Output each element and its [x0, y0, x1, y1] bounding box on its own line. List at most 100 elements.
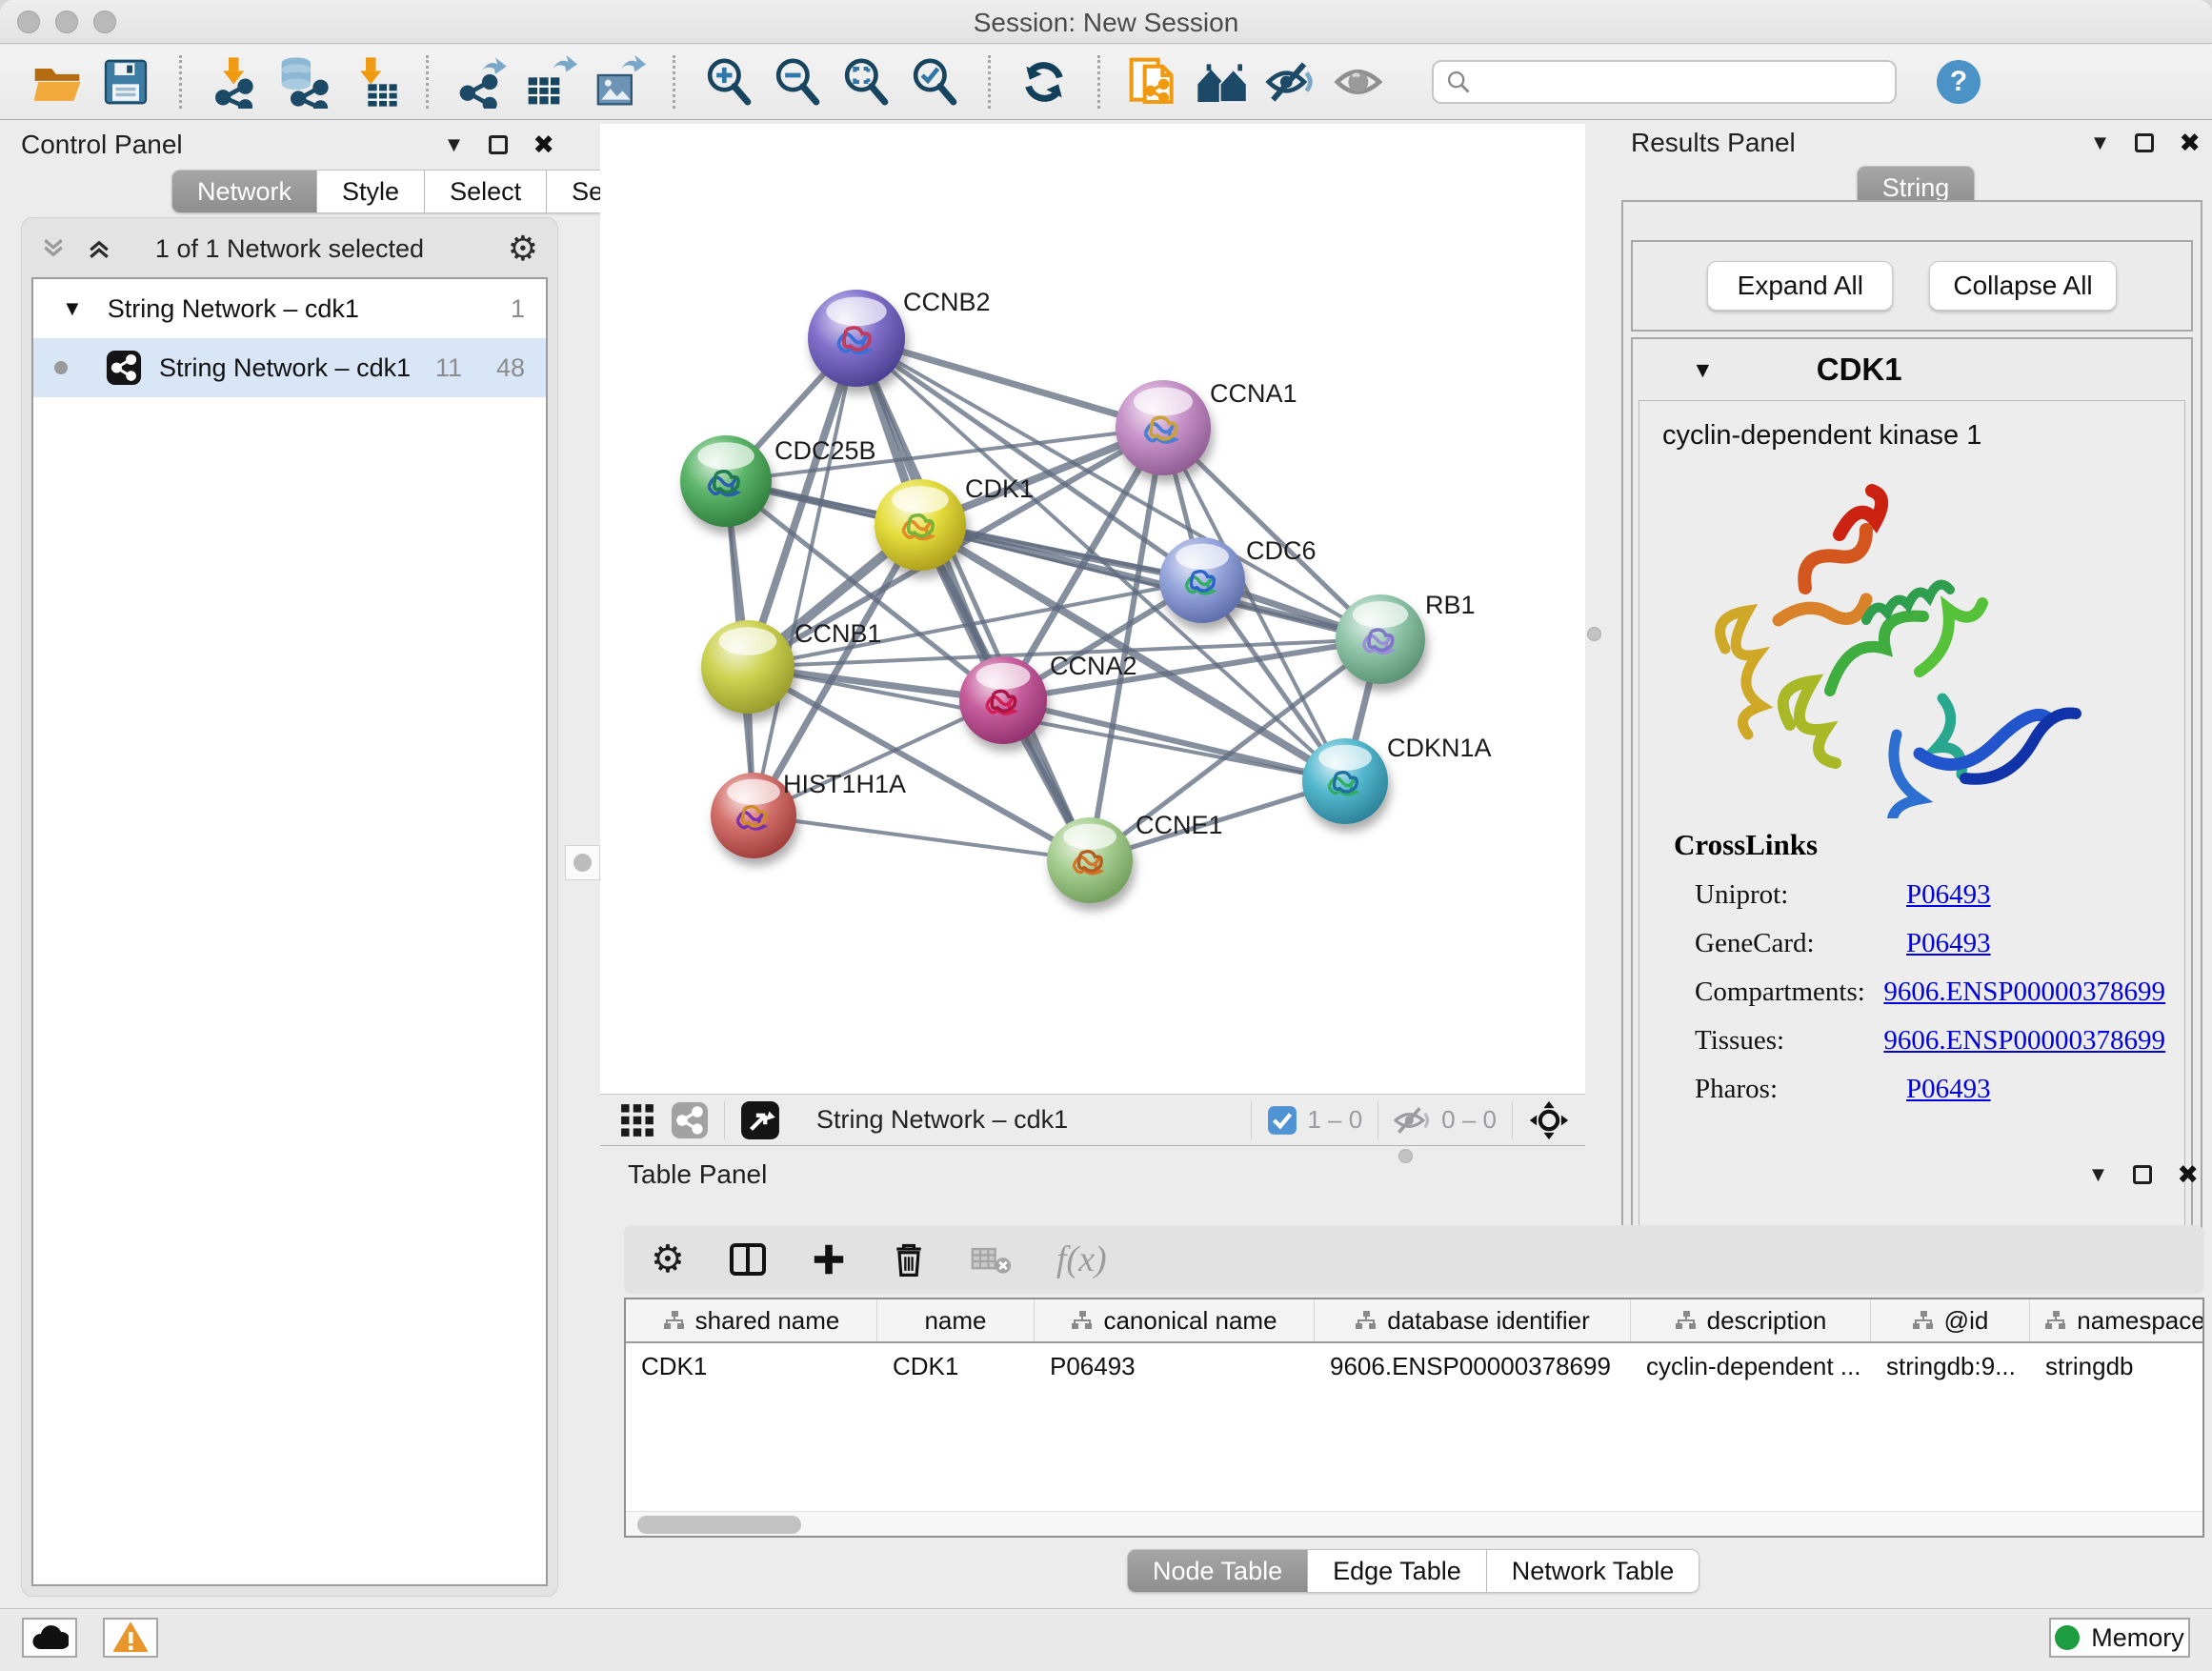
tab-edge-table[interactable]: Edge Table: [1308, 1549, 1487, 1593]
show-columns-icon[interactable]: [729, 1240, 767, 1278]
string-network-graph[interactable]: CCNB2CCNA1CDC25BCDK1CDC6RB1CCNB1CCNA2CDK…: [600, 124, 1585, 1094]
zoom-in-icon[interactable]: [701, 54, 756, 110]
network-selection-status: 1 of 1 Network selected: [31, 234, 548, 264]
collapse-all-button[interactable]: Collapse All: [1929, 261, 2116, 311]
cloud-status-button[interactable]: [22, 1618, 77, 1658]
table-cell[interactable]: CDK1: [877, 1343, 1035, 1389]
export-network-icon[interactable]: [454, 54, 510, 110]
table-cell[interactable]: 9606.ENSP00000378699: [1315, 1343, 1631, 1389]
network-node-rb1[interactable]: RB1: [1336, 591, 1476, 684]
network-node-hist1h1a[interactable]: HIST1H1A: [711, 770, 906, 858]
crosslink-link[interactable]: P06493: [1906, 1074, 1991, 1105]
table-cell[interactable]: P06493: [1035, 1343, 1315, 1389]
crosslink-link[interactable]: 9606.ENSP00000378699: [1883, 1025, 2165, 1057]
network-collection-row[interactable]: ▼ String Network – cdk1 1: [33, 279, 546, 338]
export-image-icon[interactable]: [592, 54, 647, 110]
show-grid-icon[interactable]: [619, 1102, 655, 1138]
table-cell[interactable]: stringdb: [2030, 1343, 2204, 1389]
refresh-icon[interactable]: [1016, 54, 1072, 110]
column-header-description[interactable]: description: [1631, 1299, 1871, 1341]
column-header--id[interactable]: @id: [1871, 1299, 2030, 1341]
birds-eye-view-icon[interactable]: [740, 1100, 780, 1140]
status-bar: Memory: [0, 1608, 2212, 1671]
selected-checkbox-icon[interactable]: [1267, 1105, 1297, 1136]
column-header-database-identifier[interactable]: database identifier: [1315, 1299, 1631, 1341]
zoom-selected-icon[interactable]: [907, 54, 962, 110]
results-panel-title: Results Panel: [1631, 128, 1796, 158]
zoom-out-icon[interactable]: [770, 54, 825, 110]
search-input[interactable]: [1472, 68, 1853, 97]
float-panel-icon[interactable]: [2133, 1165, 2152, 1184]
string-home-icon[interactable]: [1195, 54, 1250, 110]
section-expander-icon[interactable]: ▼: [1692, 357, 1714, 383]
table-options-gear-icon[interactable]: ⚙: [651, 1238, 685, 1281]
close-panel-icon[interactable]: ✖: [2179, 129, 2201, 158]
panel-splitter-handle[interactable]: [565, 845, 600, 880]
node-section-header[interactable]: ▼ CDK1: [1633, 339, 2191, 400]
string-hide-glasses-icon[interactable]: [1263, 54, 1318, 110]
export-table-icon[interactable]: [523, 54, 578, 110]
memory-label: Memory: [2091, 1623, 2184, 1653]
zoom-fit-icon[interactable]: [838, 54, 894, 110]
window-title: Session: New Session: [0, 8, 2212, 38]
node-label-cdkn1a: CDKN1A: [1387, 734, 1492, 762]
current-network-name: String Network – cdk1: [816, 1105, 1068, 1135]
tab-network[interactable]: Network: [171, 170, 317, 213]
network-node-ccna1[interactable]: CCNA1: [1116, 379, 1297, 475]
show-graphics-details-icon[interactable]: [1332, 54, 1387, 110]
table-cell[interactable]: CDK1: [626, 1343, 877, 1389]
open-session-icon[interactable]: [30, 54, 85, 110]
network-view-canvas[interactable]: CCNB2CCNA1CDC25BCDK1CDC6RB1CCNB1CCNA2CDK…: [600, 124, 1585, 1094]
scrollbar-thumb[interactable]: [637, 1516, 801, 1534]
import-network-from-database-icon[interactable]: [276, 54, 332, 110]
table-horizontal-scrollbar[interactable]: [626, 1511, 2202, 1536]
crosslink-row: Uniprot:P06493: [1674, 879, 2165, 911]
float-panel-icon[interactable]: [2135, 133, 2154, 152]
toolbar-separator: [988, 55, 991, 109]
column-type-icon: [1071, 1310, 1094, 1331]
import-network-icon[interactable]: [208, 54, 263, 110]
column-header-namespace[interactable]: namespace: [2030, 1299, 2204, 1341]
table-cell[interactable]: cyclin-dependent ...: [1631, 1343, 1871, 1389]
tab-style[interactable]: Style: [317, 170, 425, 213]
float-panel-icon[interactable]: [489, 135, 508, 154]
network-node-cdkn1a[interactable]: CDKN1A: [1302, 734, 1492, 824]
help-icon[interactable]: ?: [1937, 60, 1981, 104]
crosslink-link[interactable]: P06493: [1906, 928, 1991, 959]
network-node-ccne1[interactable]: CCNE1: [1047, 811, 1223, 903]
import-table-icon[interactable]: [345, 54, 400, 110]
close-panel-icon[interactable]: ✖: [2177, 1160, 2199, 1190]
column-header-canonical-name[interactable]: canonical name: [1035, 1299, 1315, 1341]
collapse-panel-icon[interactable]: ▼: [2088, 1162, 2109, 1187]
table-header-row: shared namenamecanonical namedatabase id…: [626, 1299, 2202, 1343]
tab-network-table[interactable]: Network Table: [1487, 1549, 1700, 1593]
tab-select[interactable]: Select: [425, 170, 547, 213]
save-session-icon[interactable]: [98, 54, 153, 110]
memory-button[interactable]: Memory: [2049, 1618, 2190, 1658]
close-panel-icon[interactable]: ✖: [533, 131, 554, 160]
node-table[interactable]: shared namenamecanonical namedatabase id…: [624, 1298, 2204, 1538]
crosslink-link[interactable]: 9606.ENSP00000378699: [1883, 976, 2165, 1008]
collapse-panel-icon[interactable]: ▼: [2090, 131, 2111, 155]
network-node-cdc25b[interactable]: CDC25B: [680, 435, 876, 527]
expand-all-button[interactable]: Expand All: [1707, 261, 1893, 311]
protein-structure-image: [1679, 475, 2089, 818]
tree-expander-icon[interactable]: ▼: [62, 296, 83, 321]
table-row[interactable]: CDK1CDK1P064939606.ENSP00000378699cyclin…: [626, 1343, 2202, 1389]
string-protein-query-icon[interactable]: [1126, 54, 1181, 110]
delete-column-icon[interactable]: [891, 1240, 927, 1278]
network-view-toolbar: String Network – cdk1 1 – 0 0 – 0: [600, 1094, 1585, 1146]
table-cell[interactable]: stringdb:9...: [1871, 1343, 2030, 1389]
fit-content-crosshair-icon[interactable]: [1528, 1099, 1570, 1141]
column-header-shared-name[interactable]: shared name: [626, 1299, 877, 1341]
network-row[interactable]: String Network – cdk1 11 48: [33, 338, 546, 397]
create-column-icon[interactable]: [811, 1241, 847, 1278]
warnings-button[interactable]: [103, 1618, 158, 1658]
crosslink-link[interactable]: P06493: [1906, 879, 1991, 911]
right-splitter-dot[interactable]: [1587, 627, 1601, 641]
string-style-icon[interactable]: [671, 1101, 709, 1139]
column-header-name[interactable]: name: [877, 1299, 1035, 1341]
search-box[interactable]: [1432, 60, 1897, 104]
tab-node-table[interactable]: Node Table: [1127, 1549, 1308, 1593]
collapse-panel-icon[interactable]: ▼: [444, 132, 465, 157]
